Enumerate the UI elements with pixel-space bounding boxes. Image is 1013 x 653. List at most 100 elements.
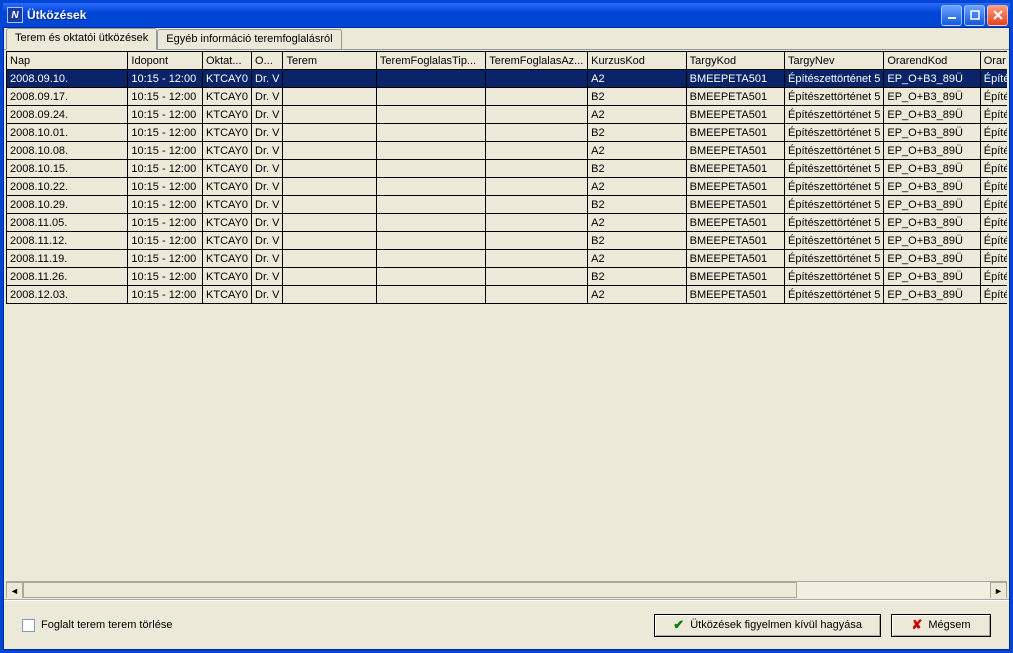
col-ido[interactable]: Idopont (128, 52, 203, 70)
cell-nap[interactable]: 2008.10.22. (7, 178, 128, 196)
cell-nap[interactable]: 2008.09.17. (7, 88, 128, 106)
cell-o[interactable]: Dr. V (252, 160, 283, 178)
cell-tnev[interactable]: Építészettörténet 5 (785, 70, 884, 88)
cell-tfa[interactable] (486, 196, 588, 214)
tab-room-instructor-conflicts[interactable]: Terem és oktatói ütközések (6, 28, 157, 50)
table-row[interactable]: 2008.10.01.10:15 - 12:00KTCAY0Dr. VB2BME… (7, 124, 1008, 142)
table-row[interactable]: 2008.12.03.10:15 - 12:00KTCAY0Dr. VA2BME… (7, 286, 1008, 304)
cell-kurz[interactable]: A2 (588, 286, 687, 304)
cell-tnev[interactable]: Építészettörténet 5 (785, 232, 884, 250)
cell-kurz[interactable]: B2 (588, 160, 687, 178)
cell-tnev[interactable]: Építészettörténet 5 (785, 106, 884, 124)
cell-terem[interactable] (283, 232, 376, 250)
cell-targ[interactable]: BMEEPETA501 (686, 70, 784, 88)
cell-tfa[interactable] (486, 268, 588, 286)
cell-targ[interactable]: BMEEPETA501 (686, 160, 784, 178)
cell-okt[interactable]: KTCAY0 (203, 88, 252, 106)
cell-ora[interactable]: EP_O+B3_89Ü (884, 196, 980, 214)
cell-okt[interactable]: KTCAY0 (203, 250, 252, 268)
cell-orar[interactable]: Építé (980, 124, 1007, 142)
cell-nap[interactable]: 2008.11.19. (7, 250, 128, 268)
cell-tft[interactable] (376, 106, 485, 124)
cell-o[interactable]: Dr. V (252, 232, 283, 250)
cell-terem[interactable] (283, 142, 376, 160)
cell-ido[interactable]: 10:15 - 12:00 (128, 196, 203, 214)
table-row[interactable]: 2008.09.17.10:15 - 12:00KTCAY0Dr. VB2BME… (7, 88, 1008, 106)
cell-nap[interactable]: 2008.10.01. (7, 124, 128, 142)
cell-ora[interactable]: EP_O+B3_89Ü (884, 232, 980, 250)
cell-terem[interactable] (283, 106, 376, 124)
conflicts-grid[interactable]: Nap Idopont Oktat... O... Terem TeremFog… (6, 51, 1007, 304)
cell-okt[interactable]: KTCAY0 (203, 178, 252, 196)
cell-tft[interactable] (376, 268, 485, 286)
cell-tft[interactable] (376, 214, 485, 232)
col-okt[interactable]: Oktat... (203, 52, 252, 70)
col-nap[interactable]: Nap (7, 52, 128, 70)
cell-tfa[interactable] (486, 232, 588, 250)
cell-tfa[interactable] (486, 250, 588, 268)
cell-tnev[interactable]: Építészettörténet 5 (785, 286, 884, 304)
cell-okt[interactable]: KTCAY0 (203, 286, 252, 304)
table-row[interactable]: 2008.09.24.10:15 - 12:00KTCAY0Dr. VA2BME… (7, 106, 1008, 124)
cell-tfa[interactable] (486, 178, 588, 196)
cell-tfa[interactable] (486, 214, 588, 232)
grid-header-row[interactable]: Nap Idopont Oktat... O... Terem TeremFog… (7, 52, 1008, 70)
cell-o[interactable]: Dr. V (252, 142, 283, 160)
cell-tnev[interactable]: Építészettörténet 5 (785, 88, 884, 106)
cell-targ[interactable]: BMEEPETA501 (686, 178, 784, 196)
cell-ora[interactable]: EP_O+B3_89Ü (884, 214, 980, 232)
horizontal-scrollbar[interactable]: ◄ ► (6, 581, 1007, 598)
cell-tnev[interactable]: Építészettörténet 5 (785, 124, 884, 142)
cell-o[interactable]: Dr. V (252, 106, 283, 124)
cell-orar[interactable]: Építé (980, 106, 1007, 124)
col-targ[interactable]: TargyKod (686, 52, 784, 70)
cell-ido[interactable]: 10:15 - 12:00 (128, 124, 203, 142)
cell-ora[interactable]: EP_O+B3_89Ü (884, 250, 980, 268)
scroll-track[interactable] (23, 582, 990, 598)
cell-ido[interactable]: 10:15 - 12:00 (128, 268, 203, 286)
col-o[interactable]: O... (252, 52, 283, 70)
cell-orar[interactable]: Építé (980, 160, 1007, 178)
cell-tnev[interactable]: Építészettörténet 5 (785, 178, 884, 196)
cell-targ[interactable]: BMEEPETA501 (686, 106, 784, 124)
cell-kurz[interactable]: A2 (588, 250, 687, 268)
cell-terem[interactable] (283, 160, 376, 178)
cell-kurz[interactable]: A2 (588, 70, 687, 88)
cell-tnev[interactable]: Építészettörténet 5 (785, 250, 884, 268)
cell-nap[interactable]: 2008.10.29. (7, 196, 128, 214)
cell-tft[interactable] (376, 178, 485, 196)
cell-okt[interactable]: KTCAY0 (203, 106, 252, 124)
cell-nap[interactable]: 2008.11.12. (7, 232, 128, 250)
cell-tft[interactable] (376, 142, 485, 160)
cell-kurz[interactable]: B2 (588, 196, 687, 214)
cell-tfa[interactable] (486, 70, 588, 88)
cell-orar[interactable]: Építé (980, 196, 1007, 214)
cell-orar[interactable]: Építé (980, 250, 1007, 268)
cell-nap[interactable]: 2008.09.10. (7, 70, 128, 88)
cell-okt[interactable]: KTCAY0 (203, 268, 252, 286)
cell-okt[interactable]: KTCAY0 (203, 124, 252, 142)
table-row[interactable]: 2008.11.26.10:15 - 12:00KTCAY0Dr. VB2BME… (7, 268, 1008, 286)
cell-kurz[interactable]: A2 (588, 178, 687, 196)
minimize-button[interactable] (941, 5, 962, 26)
cell-targ[interactable]: BMEEPETA501 (686, 250, 784, 268)
cell-tnev[interactable]: Építészettörténet 5 (785, 214, 884, 232)
cell-kurz[interactable]: A2 (588, 106, 687, 124)
cell-okt[interactable]: KTCAY0 (203, 142, 252, 160)
cell-tft[interactable] (376, 196, 485, 214)
cell-ora[interactable]: EP_O+B3_89Ü (884, 286, 980, 304)
table-row[interactable]: 2008.11.12.10:15 - 12:00KTCAY0Dr. VB2BME… (7, 232, 1008, 250)
cell-o[interactable]: Dr. V (252, 268, 283, 286)
table-row[interactable]: 2008.10.08.10:15 - 12:00KTCAY0Dr. VA2BME… (7, 142, 1008, 160)
cell-tfa[interactable] (486, 88, 588, 106)
cell-orar[interactable]: Építé (980, 268, 1007, 286)
cell-targ[interactable]: BMEEPETA501 (686, 232, 784, 250)
cell-o[interactable]: Dr. V (252, 214, 283, 232)
cell-ora[interactable]: EP_O+B3_89Ü (884, 70, 980, 88)
cell-orar[interactable]: Építé (980, 214, 1007, 232)
table-row[interactable]: 2008.10.15.10:15 - 12:00KTCAY0Dr. VB2BME… (7, 160, 1008, 178)
cell-tft[interactable] (376, 250, 485, 268)
cell-tnev[interactable]: Építészettörténet 5 (785, 196, 884, 214)
cell-o[interactable]: Dr. V (252, 286, 283, 304)
col-tft[interactable]: TeremFoglalasTip... (376, 52, 485, 70)
